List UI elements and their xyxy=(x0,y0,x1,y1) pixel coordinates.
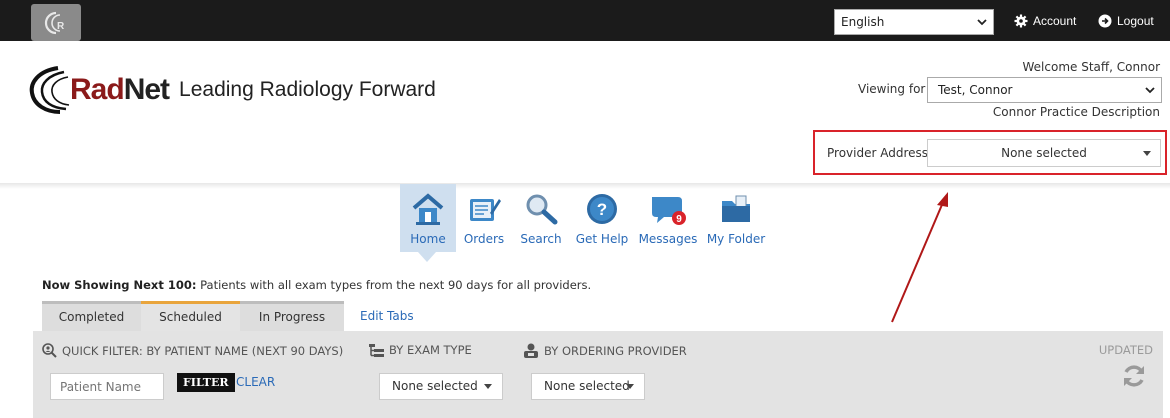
svg-text:R: R xyxy=(57,21,65,32)
account-link[interactable]: Account xyxy=(1014,14,1076,28)
nav-orders-label: Orders xyxy=(463,232,505,246)
provider-address-label: Provider Address xyxy=(827,146,929,160)
nav-active-pointer xyxy=(418,252,436,262)
worklist-tabs: Completed Scheduled In Progress Edit Tab… xyxy=(42,301,430,331)
quick-filter-heading: QUICK FILTER: BY PATIENT NAME (NEXT 90 D… xyxy=(42,343,343,358)
annotation-arrow xyxy=(891,192,948,323)
welcome-text: Welcome Staff, Connor xyxy=(1022,60,1160,74)
caret-down-icon xyxy=(626,384,634,389)
nav-messages-label: Messages xyxy=(638,232,698,246)
provider-user-icon xyxy=(524,343,538,358)
nav-my-folder-label: My Folder xyxy=(706,232,766,246)
ordering-provider-dropdown[interactable]: None selected xyxy=(531,373,645,400)
ordering-provider-label: BY ORDERING PROVIDER xyxy=(544,343,687,358)
chevron-down-icon xyxy=(977,19,987,26)
logout-icon xyxy=(1098,14,1112,28)
nav-home[interactable]: Home xyxy=(400,184,456,252)
radnet-swoosh-icon xyxy=(29,66,70,114)
magnifier-user-icon xyxy=(42,343,57,358)
home-icon xyxy=(412,193,444,225)
language-select-value: English xyxy=(841,15,885,29)
radnet-r-icon[interactable]: R xyxy=(31,4,81,41)
gear-icon xyxy=(1014,14,1028,28)
tab-in-progress[interactable]: In Progress xyxy=(240,301,344,331)
hierarchy-icon xyxy=(369,343,384,357)
exam-type-label: BY EXAM TYPE xyxy=(389,343,472,357)
help-icon: ? xyxy=(587,194,617,224)
svg-text:?: ? xyxy=(597,200,607,219)
refresh-icon[interactable] xyxy=(1121,363,1147,389)
now-showing-label: Now Showing Next 100: xyxy=(42,278,197,292)
chevron-down-icon xyxy=(1145,87,1155,94)
ordering-provider-heading: BY ORDERING PROVIDER xyxy=(523,343,687,358)
exam-type-dropdown[interactable]: None selected xyxy=(379,373,503,400)
search-icon xyxy=(526,194,558,225)
logout-label: Logout xyxy=(1117,14,1154,28)
nav-get-help[interactable]: ? Get Help xyxy=(570,184,634,252)
patient-name-input[interactable] xyxy=(50,373,164,400)
top-bar: R English Account Logout xyxy=(0,0,1170,41)
provider-address-value: None selected xyxy=(1001,146,1087,160)
radnet-logo: Rad Net Leading Radiology Forward xyxy=(28,60,436,120)
tab-completed[interactable]: Completed xyxy=(42,301,141,331)
viewing-for-select[interactable]: Test, Connor xyxy=(927,77,1162,103)
exam-type-heading: BY EXAM TYPE xyxy=(369,343,472,357)
caret-down-icon xyxy=(1143,151,1151,156)
nav-my-folder[interactable]: My Folder xyxy=(702,184,770,252)
nav-home-label: Home xyxy=(410,232,446,246)
edit-tabs-link[interactable]: Edit Tabs xyxy=(344,301,430,331)
viewing-for-label: Viewing for xyxy=(858,82,926,96)
provider-address-highlight: Provider Address None selected xyxy=(813,130,1167,175)
quick-filter-label: QUICK FILTER: BY PATIENT NAME (NEXT 90 D… xyxy=(62,343,344,358)
brand-rad: Rad xyxy=(70,73,125,106)
nav-messages[interactable]: 9 Messages xyxy=(634,184,702,252)
orders-icon xyxy=(470,199,501,221)
folder-icon xyxy=(722,195,750,222)
language-select[interactable]: English xyxy=(834,9,994,35)
brand-net: Net xyxy=(123,73,170,106)
filter-button[interactable]: FILTER xyxy=(177,373,235,392)
logout-link[interactable]: Logout xyxy=(1098,14,1154,28)
brand-tagline: Leading Radiology Forward xyxy=(179,78,436,101)
filter-panel: QUICK FILTER: BY PATIENT NAME (NEXT 90 D… xyxy=(33,331,1163,418)
account-label: Account xyxy=(1033,14,1077,28)
ordering-provider-value: None selected xyxy=(544,379,630,393)
viewing-for-value: Test, Connor xyxy=(938,83,1013,97)
updated-label: UPDATED xyxy=(1098,343,1153,357)
exam-type-value: None selected xyxy=(392,379,478,393)
clear-link[interactable]: CLEAR xyxy=(236,375,275,389)
main-nav: Home Orders Search ? Get Help 9 Messages… xyxy=(400,184,770,252)
nav-get-help-label: Get Help xyxy=(575,232,629,246)
nav-orders[interactable]: Orders xyxy=(456,184,512,252)
provider-address-select[interactable]: None selected xyxy=(927,139,1161,167)
messages-badge: 9 xyxy=(676,214,682,225)
nav-search[interactable]: Search xyxy=(512,184,570,252)
practice-description: Connor Practice Description xyxy=(992,105,1160,119)
tab-scheduled[interactable]: Scheduled xyxy=(141,301,240,331)
now-showing-text: Now Showing Next 100: Patients with all … xyxy=(42,278,591,292)
nav-search-label: Search xyxy=(520,232,562,246)
now-showing-desc: Patients with all exam types from the ne… xyxy=(196,278,592,292)
caret-down-icon xyxy=(484,384,492,389)
messages-icon: 9 xyxy=(652,197,686,225)
